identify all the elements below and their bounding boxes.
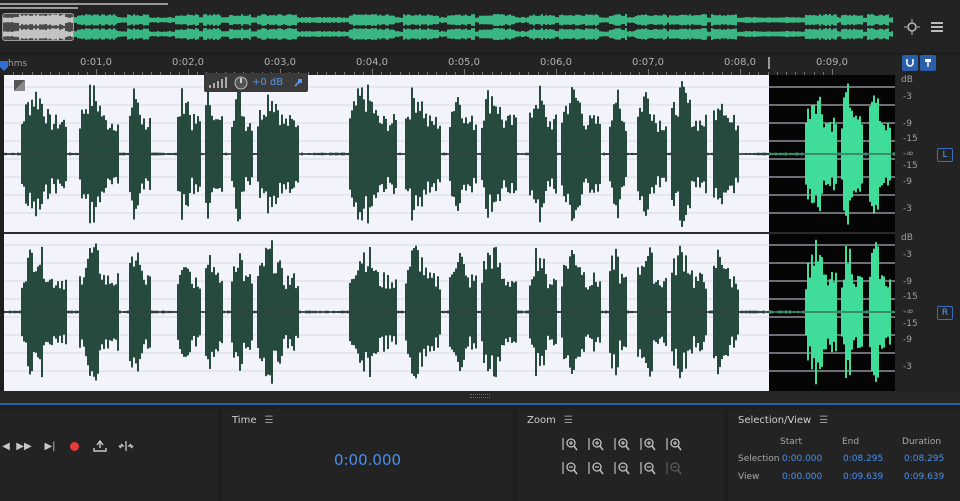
zoom-out-time-icon[interactable] bbox=[586, 459, 606, 477]
record-button[interactable] bbox=[64, 437, 84, 455]
skip-icon bbox=[118, 441, 134, 451]
db-tick-label: -9 bbox=[903, 119, 912, 129]
zoom-full-icon[interactable] bbox=[664, 435, 684, 453]
level-meter-icon bbox=[209, 76, 227, 88]
time-panel: Time ☰ 0:00.000 bbox=[222, 409, 513, 501]
zoom-reset-icon[interactable] bbox=[664, 459, 684, 477]
ruler-tick-label: 0:01,0 bbox=[80, 57, 112, 68]
db-tick-label: -∞ bbox=[903, 307, 914, 317]
end-column-header: End bbox=[842, 437, 860, 447]
zoom-in-right-edge-icon[interactable] bbox=[638, 459, 658, 477]
zoom-to-selection-icon[interactable] bbox=[902, 17, 922, 37]
db-tick-label: -∞ bbox=[903, 149, 914, 159]
ruler-tick-label: 0:06,0 bbox=[540, 57, 572, 68]
corner-handle-icon[interactable] bbox=[14, 80, 25, 91]
selection-row-label: Selection bbox=[738, 454, 780, 464]
selection-start-field[interactable]: 0:00.000 bbox=[782, 454, 822, 464]
ruler-tick-label: 0:07,0 bbox=[632, 57, 664, 68]
zoom-panel-header: Zoom ☰ bbox=[527, 415, 573, 426]
current-time-display[interactable]: 0:00.000 bbox=[222, 451, 513, 469]
heads-up-display[interactable]: +0 dB bbox=[204, 73, 308, 92]
time-panel-header: Time ☰ bbox=[232, 415, 273, 426]
db-tick-label: -9 bbox=[903, 177, 912, 187]
selection-end-marker[interactable] bbox=[768, 57, 774, 69]
zoom-out-amplitude-icon[interactable] bbox=[560, 459, 580, 477]
list-view-icon[interactable] bbox=[927, 17, 947, 37]
ruler-tick-label: 0:04,0 bbox=[356, 57, 388, 68]
db-tick-label: -15 bbox=[903, 134, 918, 144]
selection-duration-field[interactable]: 0:08.295 bbox=[904, 454, 944, 464]
view-start-field[interactable]: 0:00.000 bbox=[782, 472, 822, 482]
db-tick-label: -3 bbox=[903, 92, 912, 102]
selection-view-panel: Selection/View ☰ Start End Duration Sele… bbox=[728, 409, 960, 501]
zoom-to-selection-icon[interactable] bbox=[612, 435, 632, 453]
ruler-tick-label: 0:08,0 bbox=[724, 57, 756, 68]
duration-column-header: Duration bbox=[902, 437, 942, 447]
overview-strip[interactable] bbox=[0, 0, 960, 52]
selection-view-header: Selection/View ☰ bbox=[738, 415, 828, 426]
panel-menu-icon[interactable]: ☰ bbox=[564, 415, 573, 426]
zoom-out-full-icon[interactable] bbox=[612, 459, 632, 477]
view-row-label: View bbox=[738, 472, 760, 482]
view-duration-field[interactable]: 0:09.639 bbox=[904, 472, 944, 482]
zoom-in-amplitude-icon[interactable] bbox=[560, 435, 580, 453]
ruler-tick-label: 0:03,0 bbox=[264, 57, 296, 68]
loop-playback-button[interactable] bbox=[90, 437, 110, 455]
waveform-canvas[interactable] bbox=[4, 75, 895, 391]
skip-to-end-button[interactable]: ▶| bbox=[40, 437, 60, 455]
time-ruler[interactable]: 0:01,0 0:02,0 0:03,0 0:04,0 0:05,0 0:06,0 0:07… bbox=[0, 55, 960, 75]
panel-divider[interactable] bbox=[0, 403, 960, 405]
pin-hud-icon[interactable] bbox=[292, 77, 304, 89]
panel-menu-icon[interactable]: ☰ bbox=[819, 415, 828, 426]
selection-end-field[interactable]: 0:08.295 bbox=[843, 454, 883, 464]
zoom-panel: Zoom ☰ bbox=[517, 409, 724, 501]
scrollbar-grip[interactable] bbox=[470, 394, 490, 398]
skip-silence-button[interactable] bbox=[116, 437, 136, 455]
db-tick-label: -15 bbox=[903, 292, 918, 302]
db-tick-label: -3 bbox=[903, 204, 912, 214]
zoom-panel-title: Zoom bbox=[527, 415, 556, 426]
volume-knob-icon[interactable] bbox=[234, 76, 248, 90]
start-column-header: Start bbox=[780, 437, 802, 447]
db-tick-label: -9 bbox=[903, 277, 912, 287]
zoom-in-left-edge-icon[interactable] bbox=[638, 435, 658, 453]
db-tick-label: -15 bbox=[903, 161, 918, 171]
db-tick-label: -15 bbox=[903, 319, 918, 329]
transport-panel: ◀ ▶▶ ▶| bbox=[0, 409, 218, 501]
marker-pin-icon[interactable] bbox=[920, 55, 936, 71]
playhead-marker[interactable] bbox=[0, 61, 8, 71]
db-unit-label: dB bbox=[901, 75, 913, 85]
panel-menu-icon[interactable]: ☰ bbox=[264, 415, 273, 426]
loop-icon bbox=[93, 440, 107, 452]
tab-underline bbox=[0, 3, 168, 5]
ruler-tick-label: 0:09,0 bbox=[816, 57, 848, 68]
channel-right-toggle[interactable]: R bbox=[937, 306, 953, 320]
time-panel-title: Time bbox=[232, 415, 257, 426]
ruler-tick-label: 0:05,0 bbox=[448, 57, 480, 68]
waveform-editor[interactable] bbox=[4, 75, 895, 391]
view-end-field[interactable]: 0:09.639 bbox=[843, 472, 883, 482]
db-tick-label: -3 bbox=[903, 362, 912, 372]
gain-value[interactable]: +0 dB bbox=[252, 77, 283, 88]
amplitude-scale: dB -3 -9 -15 -∞ -15 -9 -3 LdB -3 -9 -15 -∞ -15 -9 -3 R bbox=[895, 75, 960, 391]
db-unit-label: dB bbox=[901, 233, 913, 243]
fast-forward-button[interactable]: ▶▶ bbox=[14, 437, 34, 455]
ruler-unit-label: hms bbox=[8, 59, 28, 69]
db-tick-label: -3 bbox=[903, 250, 912, 260]
snap-magnet-icon[interactable] bbox=[902, 55, 918, 71]
db-tick-label: -9 bbox=[903, 335, 912, 345]
overview-waveform[interactable] bbox=[2, 13, 894, 41]
ruler-track[interactable]: 0:01,0 0:02,0 0:03,0 0:04,0 0:05,0 0:06,0 0:07… bbox=[0, 55, 895, 75]
zoom-in-time-icon[interactable] bbox=[586, 435, 606, 453]
ruler-tick-label: 0:02,0 bbox=[172, 57, 204, 68]
record-icon bbox=[69, 441, 79, 451]
selection-view-title: Selection/View bbox=[738, 415, 812, 426]
horizontal-scrollbar[interactable] bbox=[0, 391, 960, 403]
overview-view-range[interactable] bbox=[2, 13, 74, 41]
tab-underline-secondary bbox=[0, 7, 78, 9]
channel-left-toggle[interactable]: L bbox=[937, 148, 953, 162]
